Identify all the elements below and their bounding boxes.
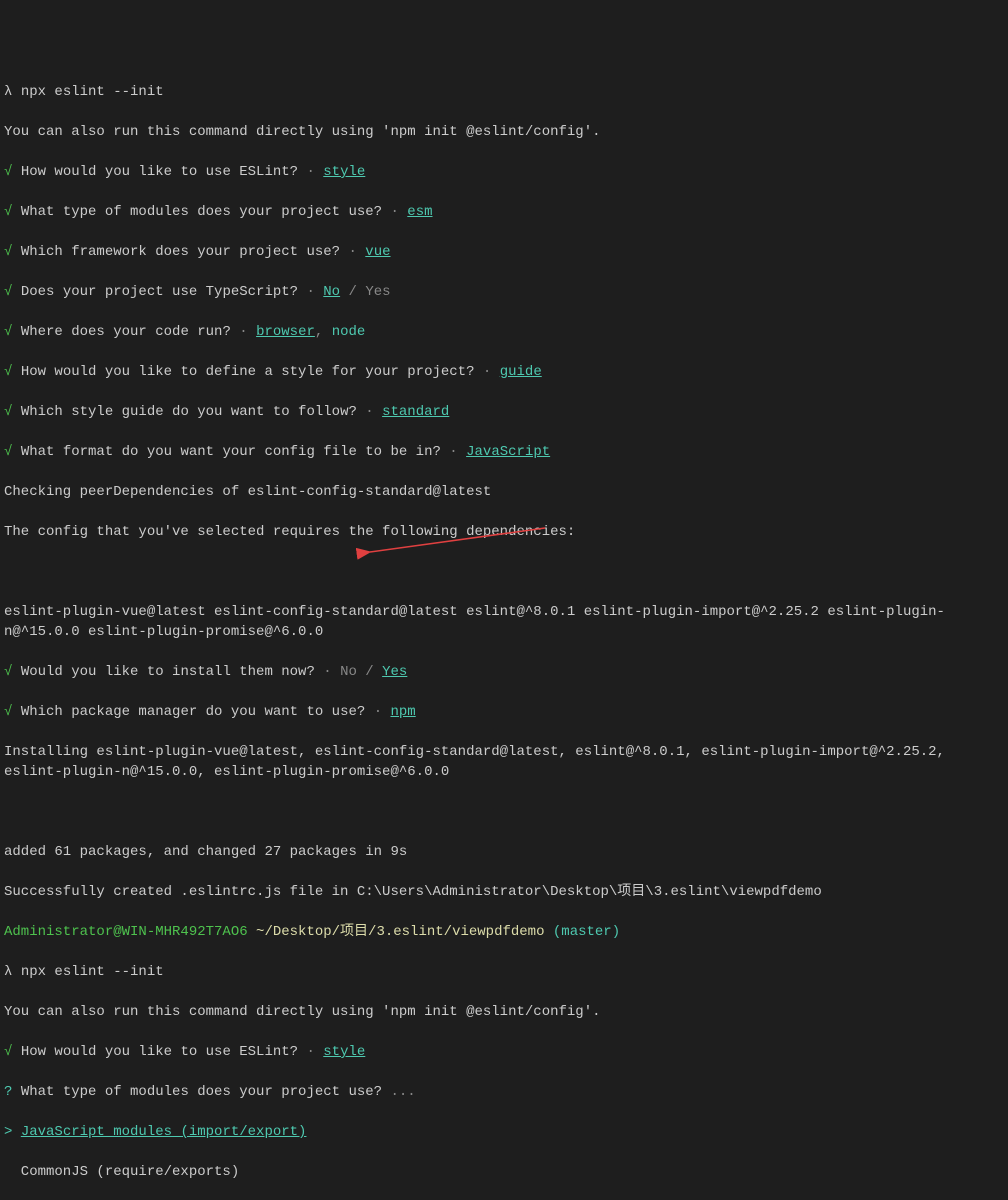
info-line: You can also run this command directly u… <box>4 1002 1004 1022</box>
output-line: Checking peerDependencies of eslint-conf… <box>4 482 1004 502</box>
menu-option[interactable]: CommonJS (require/exports) <box>4 1162 1004 1182</box>
menu-option-selected[interactable]: > JavaScript modules (import/export) <box>4 1122 1004 1142</box>
question-line: √ Which style guide do you want to follo… <box>4 402 1004 422</box>
blank-line <box>4 802 1004 822</box>
question-line: √ What format do you want your config fi… <box>4 442 1004 462</box>
blank-line <box>4 562 1004 582</box>
question-line: √ Where does your code run? · browser, n… <box>4 322 1004 342</box>
prompt-line: λ npx eslint --init <box>4 962 1004 982</box>
prompt-line: λ npx eslint --init <box>4 82 1004 102</box>
question-line: √ How would you like to define a style f… <box>4 362 1004 382</box>
question-line: √ What type of modules does your project… <box>4 202 1004 222</box>
shell-prompt: Administrator@WIN-MHR492T7AO6 ~/Desktop/… <box>4 922 1004 942</box>
question-line: √ Would you like to install them now? · … <box>4 662 1004 682</box>
output-line: Successfully created .eslintrc.js file i… <box>4 882 1004 902</box>
question-line: √ Which package manager do you want to u… <box>4 702 1004 722</box>
installing-line: Installing eslint-plugin-vue@latest, esl… <box>4 742 1004 782</box>
deps-line: eslint-plugin-vue@latest eslint-config-s… <box>4 602 1004 642</box>
output-line: added 61 packages, and changed 27 packag… <box>4 842 1004 862</box>
active-question: ? What type of modules does your project… <box>4 1082 1004 1102</box>
question-line: √ How would you like to use ESLint? · st… <box>4 162 1004 182</box>
info-line: You can also run this command directly u… <box>4 122 1004 142</box>
question-line: √ Does your project use TypeScript? · No… <box>4 282 1004 302</box>
question-line: √ How would you like to use ESLint? · st… <box>4 1042 1004 1062</box>
annotation-arrow-icon <box>355 520 555 560</box>
question-line: √ Which framework does your project use?… <box>4 242 1004 262</box>
